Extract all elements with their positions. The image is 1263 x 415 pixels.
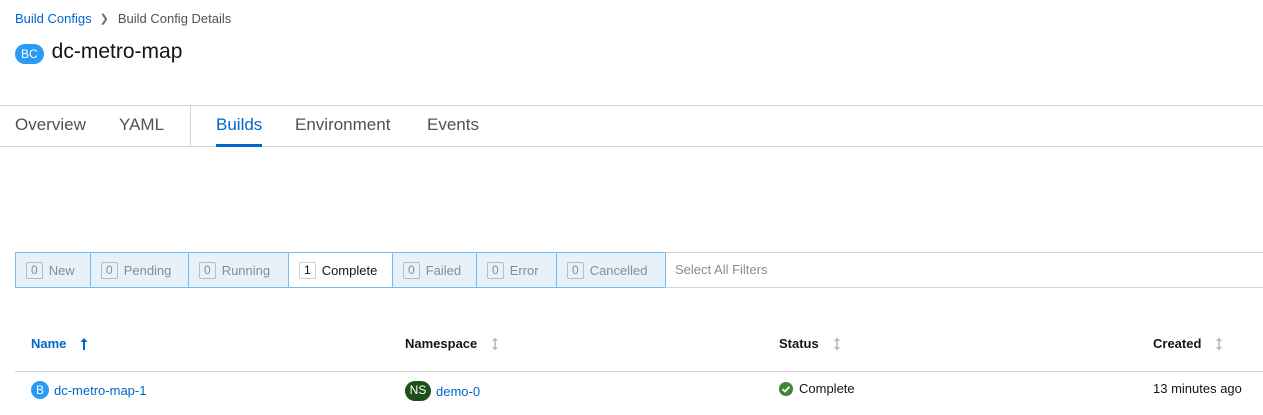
filter-count: 1 xyxy=(299,261,316,279)
sort-icon xyxy=(492,337,499,350)
filter-label: Pending xyxy=(123,262,172,278)
status-filter-group: 0 New 0 Pending 0 Running 1 Complete 0 F… xyxy=(15,252,666,288)
sort-ascending-icon xyxy=(80,337,88,350)
tab-bar: Overview YAML Builds Environment Events xyxy=(0,105,1263,147)
filter-count: 0 xyxy=(26,261,43,279)
filter-running[interactable]: 0 Running xyxy=(189,252,289,288)
namespace-link[interactable]: demo-0 xyxy=(436,384,480,399)
filter-label: Complete xyxy=(321,262,378,278)
page-title: dc-metro-map xyxy=(51,40,183,63)
sort-icon xyxy=(1216,337,1223,350)
filter-pending[interactable]: 0 Pending xyxy=(91,252,189,288)
check-circle-icon xyxy=(779,381,793,396)
table-row-name-cell: B dc-metro-map-1 xyxy=(31,381,146,399)
column-header-label: Status xyxy=(779,336,819,351)
filter-label: Error xyxy=(509,262,539,278)
filter-cancelled[interactable]: 0 Cancelled xyxy=(557,252,666,288)
table-row-namespace-cell: NS demo-0 xyxy=(405,381,480,401)
tab-overview[interactable]: Overview xyxy=(15,106,86,147)
build-badge: B xyxy=(31,381,49,399)
filter-complete[interactable]: 1 Complete xyxy=(289,252,393,288)
chevron-right-icon: ❯ xyxy=(99,13,109,25)
tab-divider xyxy=(190,106,191,147)
filter-label: Cancelled xyxy=(589,262,648,278)
filter-label: New xyxy=(48,262,75,278)
filter-count: 0 xyxy=(567,261,584,279)
column-header-label: Namespace xyxy=(405,336,478,351)
build-name-link[interactable]: dc-metro-map-1 xyxy=(54,383,146,398)
column-header-status[interactable]: Status xyxy=(779,336,843,351)
filter-count: 0 xyxy=(199,261,216,279)
tab-environment[interactable]: Environment xyxy=(295,106,390,147)
filter-count: 0 xyxy=(487,261,504,279)
created-timestamp: 13 minutes ago xyxy=(1153,381,1242,396)
tab-events[interactable]: Events xyxy=(427,106,479,147)
column-header-namespace[interactable]: Namespace xyxy=(405,336,501,351)
filter-new[interactable]: 0 New xyxy=(15,252,91,288)
tab-builds[interactable]: Builds xyxy=(216,106,263,147)
column-header-created[interactable]: Created xyxy=(1153,336,1225,351)
breadcrumb: Build Configs ❯ Build Config Details xyxy=(15,11,231,26)
filter-label: Failed xyxy=(425,262,462,278)
column-header-label: Created xyxy=(1153,336,1202,351)
tab-yaml[interactable]: YAML xyxy=(119,106,164,147)
filter-failed[interactable]: 0 Failed xyxy=(393,252,477,288)
filter-error[interactable]: 0 Error xyxy=(477,252,557,288)
table-row-status-cell: Complete xyxy=(779,381,855,396)
select-all-filters-link[interactable]: Select All Filters xyxy=(665,252,1263,288)
build-config-badge: BC xyxy=(15,44,44,64)
column-header-label: Name xyxy=(31,336,67,351)
breadcrumb-current: Build Config Details xyxy=(117,11,232,26)
filter-count: 0 xyxy=(403,261,420,279)
namespace-badge: NS xyxy=(405,381,431,401)
filter-count: 0 xyxy=(101,261,118,279)
breadcrumb-build-configs-link[interactable]: Build Configs xyxy=(15,11,92,26)
table-header-divider xyxy=(15,371,1263,372)
table-row-created-cell: 13 minutes ago xyxy=(1153,381,1242,396)
filter-label: Running xyxy=(221,262,271,278)
page-header: BC dc-metro-map xyxy=(15,40,182,64)
sort-icon xyxy=(833,337,840,350)
status-text: Complete xyxy=(799,381,855,396)
column-header-name[interactable]: Name xyxy=(31,336,90,351)
